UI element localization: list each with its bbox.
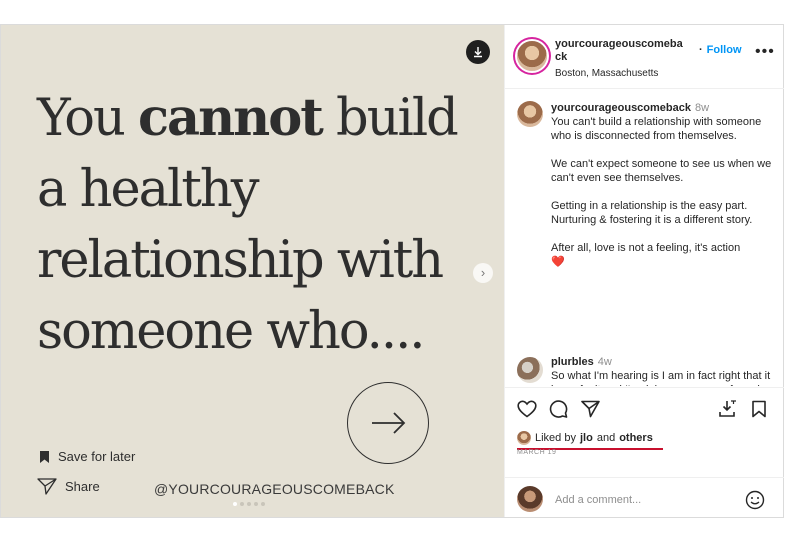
comments-list[interactable]: yourcourageouscomeback 8w You can't build… <box>505 89 784 386</box>
comment-time: 4w <box>597 356 612 368</box>
bookmark-filled-icon <box>40 450 49 463</box>
carousel-dot <box>240 502 244 506</box>
post-location[interactable]: Boston, Massachusetts <box>555 68 658 79</box>
caption-paragraph: You can't build a relationship with some… <box>551 116 762 142</box>
comment-icon[interactable] <box>549 400 568 418</box>
quote-bold: cannot <box>138 88 324 148</box>
caption-time: 8w <box>695 102 710 114</box>
paper-plane-icon <box>37 478 57 495</box>
follow-label: Follow <box>706 44 742 56</box>
caption-paragraph-last: After all, love is not a feeling, it's a… <box>551 241 776 269</box>
bookmark-download-icon[interactable] <box>717 400 737 418</box>
share-graphic: Share <box>37 477 100 495</box>
save-label: Save for later <box>58 449 136 464</box>
carousel-dot <box>247 502 251 506</box>
quote-part-1: You <box>37 89 138 148</box>
post-quote: You cannot build a healthy relationship … <box>37 83 497 367</box>
follow-separator: · <box>699 44 703 56</box>
caption-text: yourcourageouscomeback 8w You can't build… <box>551 101 776 269</box>
carousel-dots <box>233 502 265 506</box>
liked-others[interactable]: others <box>619 432 653 444</box>
carousel-dot <box>233 502 237 506</box>
carousel-dot <box>261 502 265 506</box>
liked-user[interactable]: jlo <box>580 432 593 444</box>
comment-text: plurbles 4w So what I'm hearing is I am i… <box>551 355 776 386</box>
heart-icon[interactable] <box>517 400 537 418</box>
watermark-handle: @YOURCOURAGEOUSCOMEBACK <box>154 481 395 497</box>
arrow-right-icon <box>372 412 406 434</box>
comment-body: So what I'm hearing is I am in fact righ… <box>551 370 771 386</box>
more-options-button[interactable]: ••• <box>755 43 775 61</box>
save-bookmark-icon[interactable] <box>751 400 767 418</box>
download-button[interactable] <box>466 40 490 64</box>
save-for-later: Save for later <box>39 449 135 464</box>
author-username[interactable]: yourcourageouscomebа ck <box>555 38 683 64</box>
add-comment-bar: Add a comment... <box>505 477 784 518</box>
author-avatar[interactable] <box>517 41 547 71</box>
commenter-avatar[interactable] <box>517 357 543 383</box>
follow-button[interactable]: · Follow <box>699 44 742 56</box>
next-slide-button[interactable]: › <box>473 263 493 283</box>
post-frame: You cannot build a healthy relationship … <box>0 24 784 518</box>
share-label: Share <box>65 478 100 494</box>
liked-mid: and <box>596 432 616 444</box>
emoji-icon[interactable] <box>745 490 765 510</box>
add-comment-input[interactable]: Add a comment... <box>555 494 641 506</box>
caption-username[interactable]: yourcourageouscomeback <box>551 102 691 114</box>
carousel-dot <box>254 502 258 506</box>
share-icon[interactable] <box>581 400 600 418</box>
caption-paragraph: Getting in a relationship is the easy pa… <box>551 200 753 226</box>
post-header: yourcourageouscomebа ck · Follow Boston, … <box>505 25 784 89</box>
download-icon <box>474 47 482 58</box>
heart-emoji: ❤️ <box>551 256 565 268</box>
current-user-avatar <box>517 486 543 512</box>
liked-prefix: Liked by <box>535 432 576 444</box>
caption-paragraph: We can't expect someone to see us when w… <box>551 158 772 184</box>
liked-by[interactable]: Liked by jlo and others <box>517 431 653 445</box>
post-sidebar: yourcourageouscomebа ck · Follow Boston, … <box>504 25 784 517</box>
caption-avatar[interactable] <box>517 101 543 127</box>
post-actions: Liked by jlo and others MARCH 19 Add a c… <box>505 387 784 518</box>
caption-paragraph: After all, love is not a feeling, it's a… <box>551 242 741 254</box>
chevron-right-icon: › <box>480 265 486 280</box>
comment-username[interactable]: plurbles <box>551 356 594 368</box>
post-image[interactable]: You cannot build a healthy relationship … <box>1 25 504 517</box>
circle-arrow-graphic <box>347 382 429 464</box>
liker-avatar <box>517 431 531 445</box>
post-date: MARCH 19 <box>517 449 557 456</box>
